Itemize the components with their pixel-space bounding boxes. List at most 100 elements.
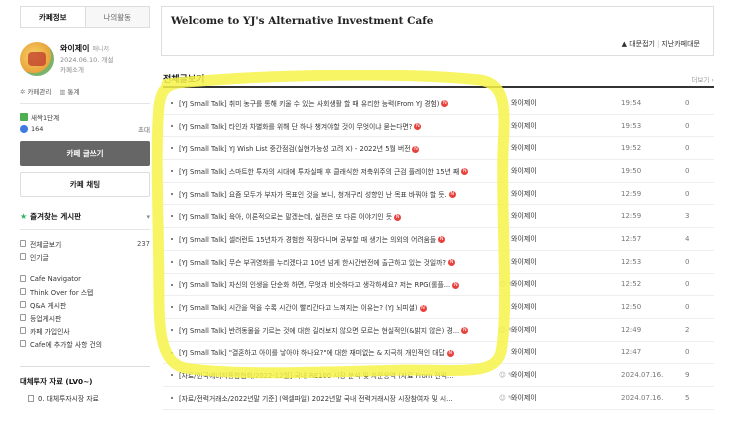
menu-alt-market-data[interactable]: 0. 대체투자시장 자료 xyxy=(20,393,150,403)
favorites-header[interactable]: ★ 즐겨찾는 게시판 ▾ xyxy=(20,211,150,222)
post-row[interactable]: [YJ Small Talk] 육아, 이론적으로는 말겠는데, 실전은 또 다… xyxy=(163,205,714,229)
board-title[interactable]: 전체글보기 xyxy=(163,75,204,85)
post-title[interactable]: [YJ Small Talk] 반려동물을 기르는 것에 대한 길러보지 않으면… xyxy=(179,325,509,335)
chart-icon: ▥ xyxy=(59,88,66,96)
banner-links: ▲ 대문접기 | 지난카페대문 xyxy=(621,40,700,48)
tab-my-activity[interactable]: 나의활동 xyxy=(85,7,149,27)
profile: 와이제이 매니저 2024.06.10. 개설 카페소개 xyxy=(20,42,150,76)
more-link[interactable]: 더보기 › xyxy=(691,74,714,84)
post-author[interactable]: 와이제이 xyxy=(511,166,537,176)
post-author[interactable]: 와이제이 xyxy=(511,211,537,221)
menu-think-over[interactable]: Think Over for 스텝 xyxy=(20,285,150,298)
board-header: 전체글보기 더보기 › xyxy=(163,72,714,88)
post-date: 12:53 xyxy=(621,257,642,266)
board-icon xyxy=(20,288,26,295)
post-author[interactable]: 와이제이 xyxy=(511,279,537,289)
level-label[interactable]: 새싹1단계 xyxy=(31,112,59,122)
post-title[interactable]: [YJ Small Talk] 스마트한 투자의 시대에 투자실패 후 클래식한… xyxy=(179,166,509,176)
post-row[interactable]: [YJ Small Talk] 시간을 먹을 수록 시간이 빨리간다고 느껴지는… xyxy=(163,296,714,319)
post-views: 0 xyxy=(685,348,690,357)
new-badge-icon: N xyxy=(412,145,420,153)
new-badge-icon: N xyxy=(438,236,446,244)
post-author[interactable]: 와이제이 xyxy=(511,257,537,267)
cafe-manage-link[interactable]: ✲ 카페관리 xyxy=(20,86,51,96)
menu-suggestions[interactable]: Cafe에 추가할 사항 건의 xyxy=(20,337,150,350)
post-row[interactable]: [YJ Small Talk] 스마트한 투자의 시대에 투자실패 후 클래식한… xyxy=(163,160,714,183)
post-views: 0 xyxy=(685,189,690,198)
post-views: 2 xyxy=(685,325,690,334)
post-author[interactable]: 와이제이 xyxy=(511,302,537,312)
menu-popular[interactable]: 인기글 xyxy=(20,250,150,263)
menu-greeting[interactable]: 카페 가입인사 xyxy=(20,324,150,337)
menu-qna[interactable]: Q&A 게시판 xyxy=(20,298,150,311)
write-post-button[interactable]: 카페 글쓰기 xyxy=(20,141,150,166)
post-author[interactable]: 와이제이 xyxy=(511,393,537,403)
cafe-intro-link[interactable]: 카페소개 xyxy=(60,65,113,75)
avatar[interactable] xyxy=(20,42,54,76)
post-row[interactable]: [YJ Small Talk] YJ Wish List 중간점검(실현가능성 … xyxy=(163,137,714,161)
post-row[interactable]: [YJ Small Talk] 셀러런트 15년차가 경험한 직장다니며 공부할… xyxy=(163,228,714,251)
post-author[interactable]: 와이제이 xyxy=(511,370,537,380)
post-views: 0 xyxy=(685,121,690,130)
menu-levelup[interactable]: 등업게시판 xyxy=(20,311,150,324)
post-row[interactable]: [YJ Small Talk] 반려동물을 기르는 것에 대한 길러보지 않으면… xyxy=(163,319,714,342)
post-views: 0 xyxy=(685,257,690,266)
past-banner-link[interactable]: 지난카페대문 xyxy=(661,40,700,48)
post-title[interactable]: [YJ Small Talk] 셀러런트 15년차가 경험한 직장다니며 공부할… xyxy=(179,234,509,244)
bullet-icon xyxy=(171,215,173,218)
post-author[interactable]: 와이제이 xyxy=(511,121,537,131)
post-row[interactable]: [YJ Small Talk] 취미 농구를 통해 키울 수 있는 사회생활 할… xyxy=(163,92,714,115)
post-row[interactable]: [YJ Small Talk] 자신의 인생을 단순화 하면, 무엇과 비슷하다… xyxy=(163,274,714,297)
post-title[interactable]: [YJ Small Talk] 무슨 부귀영화를 누리겠다고 10년 넘게 한시… xyxy=(179,257,509,267)
divider xyxy=(20,229,150,230)
post-title[interactable]: [YJ Small Talk] 취미 농구를 통해 키울 수 있는 사회생활 할… xyxy=(179,98,509,108)
post-title[interactable]: [YJ Small Talk] 육아, 이론적으로는 말겠는데, 실전은 또 다… xyxy=(179,211,509,221)
post-title[interactable]: [YJ Small Talk] 자신의 인생을 단순화 하면, 무엇과 비슷하다… xyxy=(179,279,509,289)
nickname[interactable]: 와이제이 xyxy=(60,44,89,53)
post-views: 0 xyxy=(685,166,690,175)
post-views: 0 xyxy=(685,144,690,153)
new-badge-icon: N xyxy=(461,168,469,176)
post-title[interactable]: [자료/한국에너지통합협회/2022-12월] 국내 RE100 시장 분석 및… xyxy=(179,370,509,380)
new-badge-icon: N xyxy=(448,191,456,199)
post-row[interactable]: [YJ Small Talk] 타인과 차별화를 위해 단 하나 챙겨야할 것이… xyxy=(163,115,714,138)
post-title[interactable]: [YJ Small Talk] 요즘 모두가 부자가 목표인 것을 보니, 청개… xyxy=(179,189,509,199)
post-author[interactable]: 와이제이 xyxy=(511,143,537,153)
post-title[interactable]: [YJ Small Talk] "결혼하고 아이를 낳아야 하나요?"에 대한 … xyxy=(179,347,509,357)
cafe-chat-button[interactable]: 카페 채팅 xyxy=(20,172,150,197)
sub-section-title: 대체투자 자료 (LV0~) xyxy=(20,366,150,387)
new-badge-icon: N xyxy=(441,100,449,108)
fold-banner-link[interactable]: ▲ 대문접기 xyxy=(622,40,655,48)
post-date: 12:49 xyxy=(621,325,642,334)
post-author[interactable]: 와이제이 xyxy=(511,234,537,244)
role-label: 매니저 xyxy=(92,46,110,53)
new-badge-icon: N xyxy=(461,327,469,335)
new-badge-icon: N xyxy=(447,259,455,267)
post-row[interactable]: [YJ Small Talk] 무슨 부귀영화를 누리겠다고 10년 넘게 한시… xyxy=(163,251,714,274)
post-author[interactable]: 와이제이 xyxy=(511,98,537,108)
post-row[interactable]: [YJ Small Talk] "결혼하고 아이를 낳아야 하나요?"에 대한 … xyxy=(163,342,714,365)
post-title[interactable]: [YJ Small Talk] YJ Wish List 중간점검(실현가능성 … xyxy=(179,143,509,153)
post-list: [YJ Small Talk] 취미 농구를 통해 키울 수 있는 사회생활 할… xyxy=(163,92,714,410)
post-row[interactable]: [YJ Small Talk] 요즘 모두가 부자가 목표인 것을 보니, 청개… xyxy=(163,183,714,206)
member-count[interactable]: 164 xyxy=(31,125,43,133)
chevron-down-icon[interactable]: ▾ xyxy=(146,213,150,221)
menu-cafe-navigator[interactable]: Cafe Navigator xyxy=(20,272,150,285)
since-date: 2024.06.10. 개설 xyxy=(60,56,114,64)
post-author[interactable]: 와이제이 xyxy=(511,347,537,357)
tab-cafe-info[interactable]: 카페정보 xyxy=(21,7,86,27)
post-title[interactable]: [YJ Small Talk] 시간을 먹을 수록 시간이 빨리간다고 느껴지는… xyxy=(179,302,509,312)
post-title[interactable]: [YJ Small Talk] 타인과 차별화를 위해 단 하나 챙겨야할 것이… xyxy=(179,121,509,131)
post-date: 19:52 xyxy=(621,144,642,153)
post-author[interactable]: 와이제이 xyxy=(511,325,537,335)
new-badge-icon: N xyxy=(414,123,422,131)
post-title[interactable]: [자료/전력거래소/2022년말 기준] (엑셀파일) 2022년말 국내 전력… xyxy=(179,393,509,403)
bullet-icon xyxy=(171,192,173,195)
menu-all-posts[interactable]: 전체글보기 237 xyxy=(20,237,150,250)
post-author[interactable]: 와이제이 xyxy=(511,189,537,199)
post-row[interactable]: [자료/한국에너지통합협회/2022-12월] 국내 RE100 시장 분석 및… xyxy=(163,364,714,387)
invite-link[interactable]: 초대 xyxy=(138,124,150,134)
bullet-icon xyxy=(171,283,173,286)
stats-link[interactable]: ▥ 통계 xyxy=(59,86,79,96)
post-row[interactable]: [자료/전력거래소/2022년말 기준] (엑셀파일) 2022년말 국내 전력… xyxy=(163,387,714,410)
